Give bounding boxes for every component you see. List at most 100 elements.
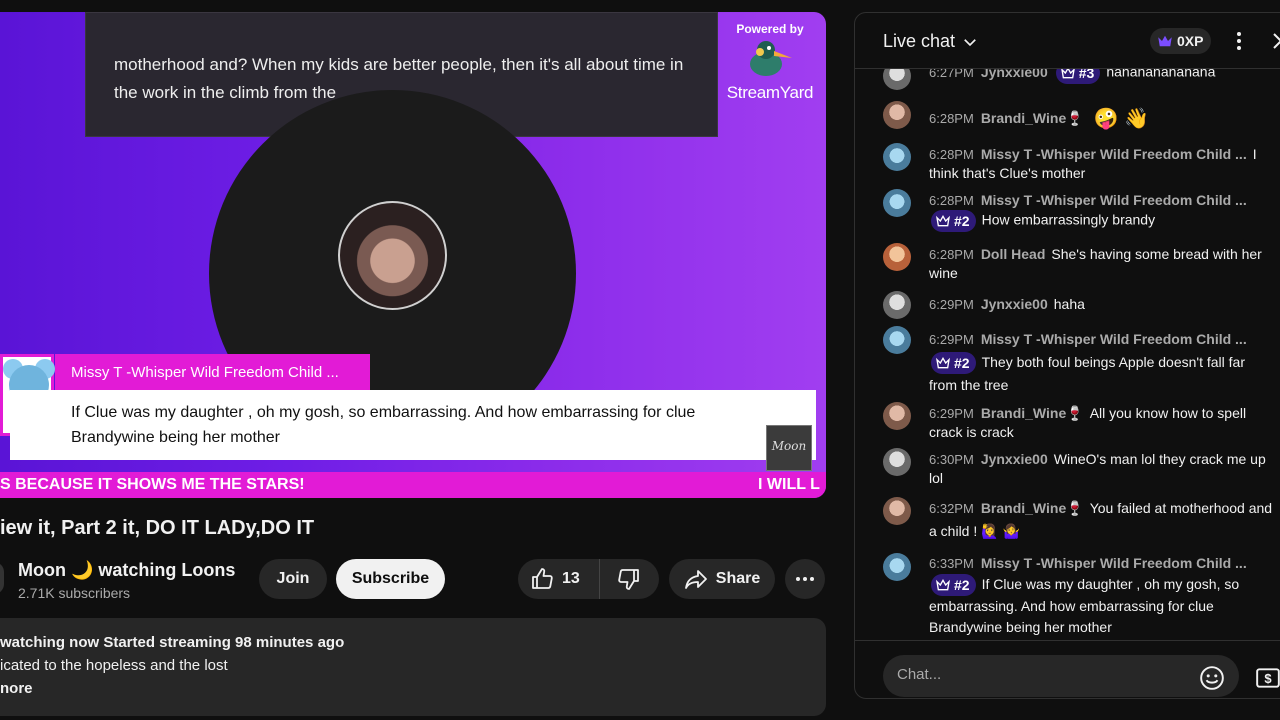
chat-mode-dropdown[interactable]: Live chat xyxy=(883,31,979,52)
avatar[interactable] xyxy=(883,497,911,525)
chevron-down-icon xyxy=(964,38,976,46)
chat-input[interactable]: Chat... xyxy=(883,655,1239,697)
subscribe-button[interactable]: Subscribe xyxy=(336,559,445,599)
message-text: She's having some bread with her wine xyxy=(929,246,1262,281)
timestamp: 6:30PM xyxy=(929,452,974,467)
message-text: WineO's man lol they crack me up lol xyxy=(929,451,1266,486)
chat-title: Live chat xyxy=(883,31,956,51)
timestamp: 6:28PM xyxy=(929,247,974,262)
ticker-text-next: I WILL L xyxy=(758,476,820,493)
message-text: All you know how to spell crack is crack xyxy=(929,405,1247,440)
more-actions-button[interactable] xyxy=(785,559,825,599)
share-icon xyxy=(684,570,707,589)
message-text: hahahahahahaha xyxy=(1106,69,1216,80)
author-name[interactable]: Jynxxie00 xyxy=(981,451,1048,467)
avatar[interactable] xyxy=(883,553,911,581)
avatar[interactable] xyxy=(883,143,911,171)
author-name[interactable]: Doll Head xyxy=(981,246,1046,262)
timestamp: 6:28PM xyxy=(929,147,974,162)
rank-badge: #2 xyxy=(931,210,976,232)
avatar[interactable] xyxy=(883,101,911,129)
avatar[interactable] xyxy=(883,448,911,476)
dislike-button[interactable] xyxy=(600,559,658,599)
more-vertical-icon[interactable] xyxy=(1227,29,1251,53)
thumbs-down-icon xyxy=(618,569,639,590)
crown-icon xyxy=(936,579,950,591)
subscriber-count: 2.71K subscribers xyxy=(18,585,131,601)
crown-icon xyxy=(1060,69,1075,79)
author-name[interactable]: Brandi_Wine🍷 xyxy=(981,110,1084,126)
author-name[interactable]: Brandi_Wine🍷 xyxy=(981,405,1084,421)
share-button[interactable]: Share xyxy=(669,559,775,599)
xp-badge[interactable]: 0XP xyxy=(1150,28,1212,54)
super-chat-icon[interactable]: $ xyxy=(1255,665,1280,691)
host-avatar xyxy=(338,201,447,310)
like-count: 13 xyxy=(562,570,580,587)
chat-header: Live chat 0XP xyxy=(855,13,1280,69)
author-name[interactable]: Missy T -Whisper Wild Freedom Child ... xyxy=(981,331,1247,347)
view-stats: watching now Started streaming 98 minute… xyxy=(0,634,345,651)
crown-icon xyxy=(936,214,950,227)
avatar[interactable] xyxy=(883,326,911,354)
rank-label: #3 xyxy=(1078,69,1095,81)
chat-messages: 6:27PM Jynxxie00 #3 hahahahahahaha 6:28PM Br… xyxy=(855,69,1280,639)
crown-icon xyxy=(1158,35,1172,47)
video-player[interactable]: motherhood and? When my kids are better … xyxy=(0,12,826,498)
author-name[interactable]: Missy T -Whisper Wild Freedom Child ... xyxy=(981,146,1247,162)
close-icon[interactable] xyxy=(1269,29,1280,53)
thumbs-up-icon xyxy=(532,568,553,589)
message-text: haha xyxy=(1053,296,1085,312)
chat-footer: Chat... $ xyxy=(855,640,1280,698)
message-text: 🤪 👋 xyxy=(1093,107,1149,130)
message-text: How embarrassingly brandy xyxy=(981,211,1156,228)
author-name[interactable]: Jynxxie00 xyxy=(981,69,1048,80)
signature-logo: Moon xyxy=(766,425,812,471)
xp-value: 0XP xyxy=(1177,33,1204,49)
timestamp: 6:27PM xyxy=(929,69,974,80)
video-title: iew it, Part 2 it, DO IT LADy,DO IT xyxy=(0,517,315,539)
channel-avatar[interactable] xyxy=(0,562,4,594)
live-chat-panel: Live chat 0XP 6:27PM Jynxxie00 #3 hahahahah… xyxy=(854,12,1280,699)
avatar[interactable] xyxy=(883,402,911,430)
timestamp: 6:32PM xyxy=(929,501,974,516)
streamyard-branding: Powered by StreamYard xyxy=(720,22,820,103)
description-text: icated to the hopeless and the lost xyxy=(0,657,228,674)
channel-name[interactable]: Moon 🌙 watching Loons xyxy=(18,560,235,581)
timestamp: 6:29PM xyxy=(929,406,974,421)
svg-text:$: $ xyxy=(1264,671,1272,686)
timestamp: 6:28PM xyxy=(929,111,974,126)
ticker-banner: S BECAUSE IT SHOWS ME THE STARS! I WILL … xyxy=(0,472,826,498)
like-dislike-group: 13 xyxy=(518,559,659,599)
author-name[interactable]: Brandi_Wine🍷 xyxy=(981,500,1084,516)
like-button[interactable]: 13 xyxy=(518,559,600,599)
timestamp: 6:29PM xyxy=(929,297,974,312)
rank-badge: #3 xyxy=(1055,69,1101,84)
message-text: They both foul beings Apple doesn't fall… xyxy=(929,354,1245,394)
timestamp: 6:33PM xyxy=(929,556,974,571)
author-name[interactable]: Missy T -Whisper Wild Freedom Child ... xyxy=(981,192,1247,208)
avatar[interactable] xyxy=(883,189,911,217)
streamyard-wordmark: StreamYard xyxy=(726,83,814,102)
rank-label: #2 xyxy=(954,212,970,229)
featured-comment-author: Missy T -Whisper Wild Freedom Child ... xyxy=(55,354,370,390)
featured-comment-text: If Clue was my daughter , oh my gosh, so… xyxy=(10,390,816,460)
rank-label: #2 xyxy=(954,355,970,372)
share-label: Share xyxy=(715,570,761,587)
crown-icon xyxy=(936,357,950,369)
description-box[interactable]: watching now Started streaming 98 minute… xyxy=(0,618,826,716)
author-name[interactable]: Jynxxie00 xyxy=(981,296,1048,312)
rank-badge: #2 xyxy=(931,352,976,375)
avatar[interactable] xyxy=(883,291,911,319)
page: motherhood and? When my kids are better … xyxy=(0,0,1280,720)
emoji-icon[interactable] xyxy=(1199,665,1225,691)
show-more-link[interactable]: nore xyxy=(0,680,33,697)
author-name[interactable]: Missy T -Whisper Wild Freedom Child ... xyxy=(981,555,1247,571)
timestamp: 6:28PM xyxy=(929,193,974,208)
avatar[interactable] xyxy=(883,243,911,271)
timestamp: 6:29PM xyxy=(929,332,974,347)
ticker-text: S BECAUSE IT SHOWS ME THE STARS! xyxy=(0,476,305,493)
more-horizontal-icon xyxy=(796,577,814,581)
join-button[interactable]: Join xyxy=(259,559,327,599)
rank-badge: #2 xyxy=(931,574,976,597)
avatar[interactable] xyxy=(883,69,911,90)
